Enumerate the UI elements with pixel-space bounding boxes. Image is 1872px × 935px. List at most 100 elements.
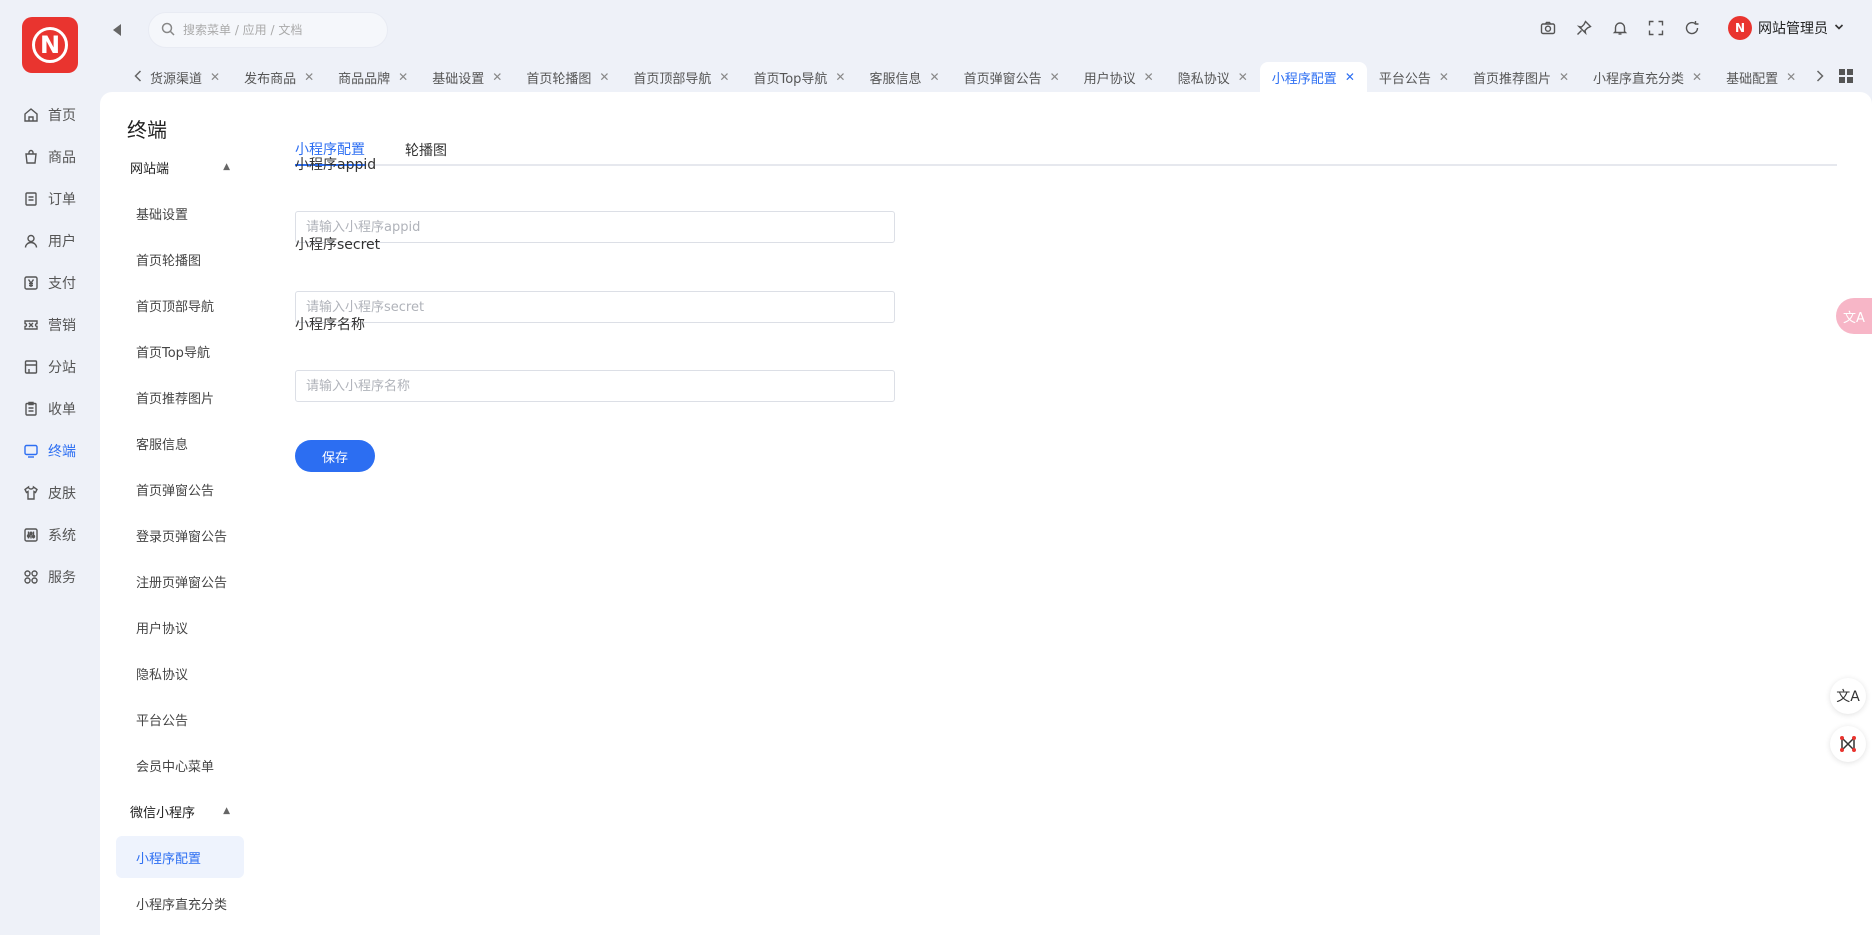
nav-label: 商品 (48, 150, 76, 166)
sub-item[interactable]: 首页顶部导航 (116, 282, 244, 328)
tab-item[interactable]: 客服信息 ✕ (857, 62, 951, 92)
user-menu[interactable]: N 网站管理员 (1728, 16, 1844, 40)
bag-icon (22, 148, 40, 166)
monitor-icon (22, 442, 40, 460)
secret-input[interactable] (296, 292, 894, 322)
sub-item[interactable]: 隐私协议 (116, 650, 244, 696)
tab-item[interactable]: 隐私协议 ✕ (1166, 62, 1260, 92)
nav-item-marketing[interactable]: 营销 (0, 304, 100, 346)
close-icon[interactable]: ✕ (492, 70, 502, 84)
sub-item[interactable]: 首页弹窗公告 (116, 466, 244, 512)
tab-item[interactable]: 基础配置 ✕ (1714, 62, 1808, 92)
pin-icon[interactable] (1574, 18, 1594, 38)
refresh-icon[interactable] (1682, 18, 1702, 38)
nav-item-orders[interactable]: 订单 (0, 178, 100, 220)
close-icon[interactable]: ✕ (1238, 70, 1248, 84)
sub-item[interactable]: 客服信息 (116, 420, 244, 466)
sub-item[interactable]: 平台公告 (116, 696, 244, 742)
open-tabs: 货源渠道 ✕ 发布商品 ✕ 商品品牌 ✕ 基础设置 ✕ 首页轮播图 ✕ 首页顶部导航 ✕ 首… (146, 62, 1810, 92)
secret-field-wrap (295, 291, 895, 323)
nav-item-skin[interactable]: 皮肤 (0, 472, 100, 514)
close-icon[interactable]: ✕ (1050, 70, 1060, 84)
close-icon[interactable]: ✕ (304, 70, 314, 84)
sub-group-wechat-miniprogram[interactable]: 微信小程序 ▲ (116, 788, 244, 834)
close-icon[interactable]: ✕ (1144, 70, 1154, 84)
shirt-icon (22, 484, 40, 502)
tab-item[interactable]: 用户协议 ✕ (1072, 62, 1166, 92)
tab-item-active[interactable]: 小程序配置 ✕ (1259, 62, 1367, 92)
search-input[interactable] (183, 23, 373, 37)
order-icon (22, 190, 40, 208)
tab-item[interactable]: 平台公告 ✕ (1367, 62, 1461, 92)
nav-item-users[interactable]: 用户 (0, 220, 100, 262)
search-icon (161, 21, 175, 40)
close-icon[interactable]: ✕ (1692, 70, 1702, 84)
tab-carousel[interactable]: 轮播图 (405, 134, 447, 166)
sub-item[interactable]: 首页轮播图 (116, 236, 244, 282)
nav-label: 订单 (48, 192, 76, 208)
collapse-sidebar-button[interactable] (110, 20, 124, 40)
tab-item[interactable]: 首页顶部导航 ✕ (621, 62, 741, 92)
app-logo[interactable]: N (22, 17, 78, 73)
tab-item[interactable]: 首页弹窗公告 ✕ (952, 62, 1072, 92)
close-icon[interactable]: ✕ (1559, 70, 1569, 84)
fullscreen-icon[interactable] (1646, 18, 1666, 38)
close-icon[interactable]: ✕ (1786, 70, 1796, 84)
close-icon[interactable]: ✕ (398, 70, 408, 84)
nav-item-acquiring[interactable]: 收单 (0, 388, 100, 430)
camera-icon[interactable] (1538, 18, 1558, 38)
name-input[interactable] (296, 371, 894, 401)
tab-item[interactable]: 基础设置 ✕ (420, 62, 514, 92)
sub-item[interactable]: 首页Top导航 (116, 328, 244, 374)
translate-side-button[interactable]: 文A (1836, 298, 1872, 334)
translate-button[interactable]: 文A (1830, 678, 1866, 714)
nav-label: 收单 (48, 402, 76, 418)
header-tools (1538, 18, 1702, 38)
tab-item[interactable]: 首页推荐图片 ✕ (1461, 62, 1581, 92)
tab-item[interactable]: 首页Top导航 ✕ (741, 62, 857, 92)
nav-label: 分站 (48, 360, 76, 376)
sub-item[interactable]: 小程序直充分类 (116, 880, 244, 926)
sliders-icon (22, 526, 40, 544)
bell-icon[interactable] (1610, 18, 1630, 38)
nav-item-service[interactable]: 服务 (0, 556, 100, 598)
sub-item[interactable]: 用户协议 (116, 604, 244, 650)
tab-item[interactable]: 货源渠道 ✕ (146, 62, 232, 92)
close-icon[interactable]: ✕ (1345, 70, 1355, 84)
nav-item-payment[interactable]: 支付 (0, 262, 100, 304)
caret-up-icon: ▲ (223, 806, 230, 816)
sub-item[interactable]: 基础设置 (116, 190, 244, 236)
save-button[interactable]: 保存 (295, 440, 375, 472)
network-icon (1840, 736, 1856, 752)
close-icon[interactable]: ✕ (835, 70, 845, 84)
nav-item-home[interactable]: 首页 (0, 94, 100, 136)
sub-item[interactable]: 首页推荐图片 (116, 374, 244, 420)
logo-letter: N (32, 27, 68, 63)
close-icon[interactable]: ✕ (210, 70, 220, 84)
tab-item[interactable]: 首页轮播图 ✕ (514, 62, 621, 92)
tabs-grid-button[interactable] (1836, 64, 1856, 88)
translate-icon: 文A (1843, 310, 1865, 326)
close-icon[interactable]: ✕ (930, 70, 940, 84)
sub-item[interactable]: 注册页弹窗公告 (116, 558, 244, 604)
user-icon (22, 232, 40, 250)
sub-item[interactable]: 登录页弹窗公告 (116, 512, 244, 558)
sub-group-website[interactable]: 网站端 ▲ (116, 144, 244, 190)
tabs-scroll-right-button[interactable] (1812, 64, 1828, 88)
appid-input[interactable] (296, 212, 894, 242)
close-icon[interactable]: ✕ (1439, 70, 1449, 84)
nav-item-substation[interactable]: 分站 (0, 346, 100, 388)
tab-item[interactable]: 商品品牌 ✕ (326, 62, 420, 92)
close-icon[interactable]: ✕ (719, 70, 729, 84)
nav-item-system[interactable]: 系统 (0, 514, 100, 556)
nav-item-terminal[interactable]: 终端 (0, 430, 100, 472)
close-icon[interactable]: ✕ (599, 70, 609, 84)
sub-item-active[interactable]: 小程序配置 (116, 836, 244, 878)
sub-item[interactable]: 会员中心菜单 (116, 742, 244, 788)
tab-item[interactable]: 小程序直充分类 ✕ (1581, 62, 1714, 92)
search-box[interactable] (148, 12, 388, 48)
nav-item-goods[interactable]: 商品 (0, 136, 100, 178)
network-button[interactable] (1830, 726, 1866, 762)
tabs-scroll-left-button[interactable] (130, 64, 146, 88)
tab-item[interactable]: 发布商品 ✕ (232, 62, 326, 92)
